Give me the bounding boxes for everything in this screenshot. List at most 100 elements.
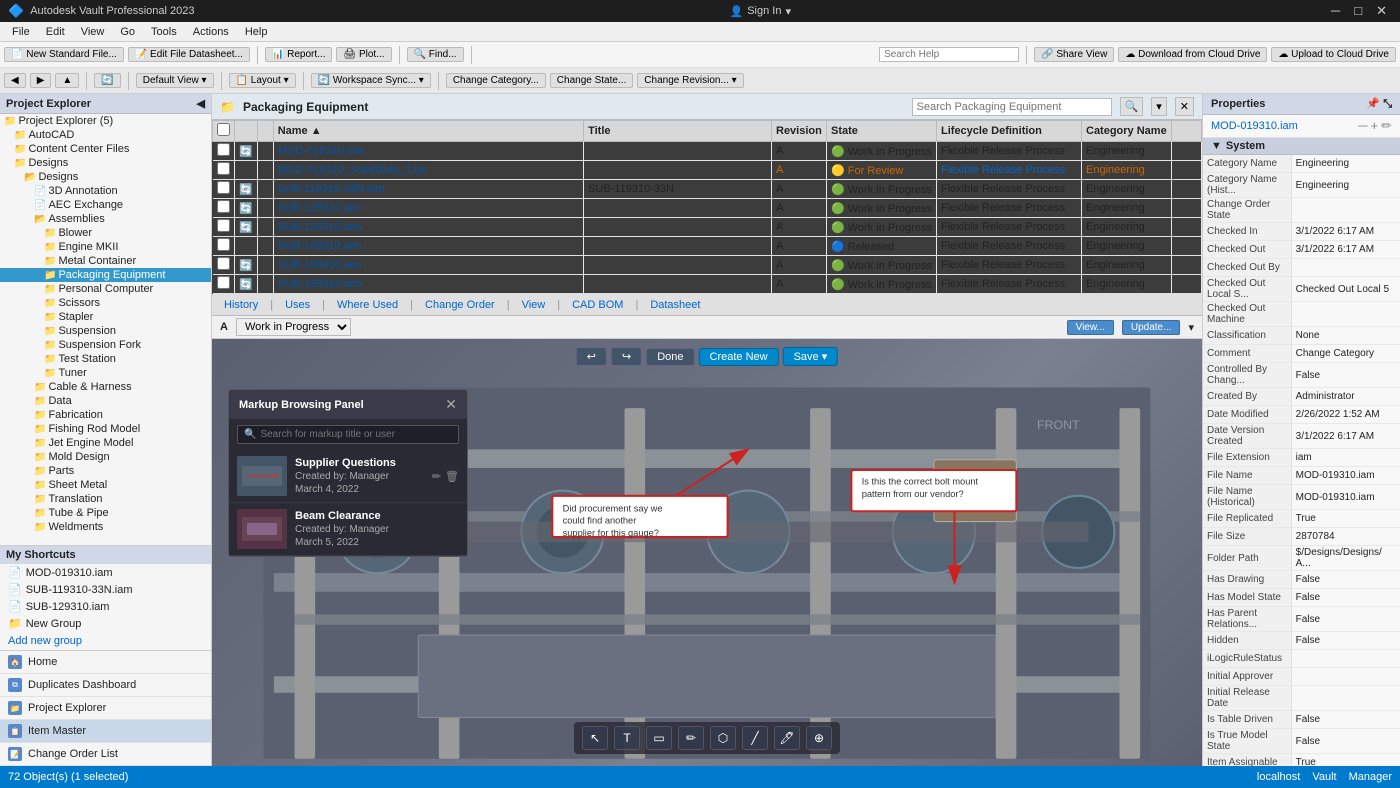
close-panel-button[interactable]: ✕ [1175, 97, 1194, 116]
plus-button[interactable]: + [1371, 118, 1379, 134]
folder-search-input[interactable] [912, 98, 1112, 116]
tree-content-center[interactable]: 📁 Content Center Files [0, 142, 211, 156]
shortcut-sub129310[interactable]: 📄 SUB-129310.iam [0, 598, 211, 615]
nav-up-button[interactable]: ▲ [55, 73, 79, 88]
menu-edit[interactable]: Edit [38, 26, 73, 38]
tab-where-used[interactable]: Where Used [329, 297, 406, 313]
menu-tools[interactable]: Tools [143, 26, 185, 38]
add-new-group-link[interactable]: Add new group [0, 632, 211, 650]
share-view-button[interactable]: 🔗 Share View [1034, 47, 1114, 62]
create-new-button[interactable]: Create New [699, 348, 779, 366]
tree-mold-design[interactable]: 📁 Mold Design [0, 450, 211, 464]
text-tool-button[interactable]: T [614, 726, 640, 750]
file-row-5[interactable]: SUB-149310.iam A 🔵 Released Flexible Rel… [213, 237, 1202, 256]
minus-button[interactable]: ─ [1358, 118, 1367, 134]
file-row-4[interactable]: 🔄 SUB-139310.iam A 🟢 Work in Progress Fl… [213, 218, 1202, 237]
tab-change-order[interactable]: Change Order [417, 297, 503, 313]
tree-test-station[interactable]: 📁 Test Station [0, 352, 211, 366]
tree-engine-mkii[interactable]: 📁 Engine MKII [0, 240, 211, 254]
nav-item-master[interactable]: 📋 Item Master [0, 720, 211, 743]
tab-history[interactable]: History [216, 297, 266, 313]
row-check[interactable] [213, 275, 235, 294]
workspace-sync-button[interactable]: 🔄 Workspace Sync... ▾ [311, 73, 431, 88]
refresh-button[interactable]: 🔄 [94, 73, 120, 88]
close-markup-panel-button[interactable]: ✕ [445, 396, 457, 413]
nav-change-order-list[interactable]: 📝 Change Order List [0, 743, 211, 766]
menu-file[interactable]: File [4, 26, 38, 38]
row-name[interactable]: SUB-119310-33N.iam [273, 180, 583, 199]
tab-datasheet[interactable]: Datasheet [642, 297, 708, 313]
file-row-0[interactable]: 🔄 MOD-019310.iam A 🟢 Work in Progress Fl… [213, 142, 1202, 161]
edit-file-datasheet-button[interactable]: 📝 Edit File Datasheet... [128, 47, 250, 62]
row-check[interactable] [213, 237, 235, 256]
redo-button[interactable]: ↪ [611, 347, 642, 366]
file-row-2[interactable]: 🔄 SUB-119310-33N.iam SUB-119310-33N A 🟢 … [213, 180, 1202, 199]
tree-translation[interactable]: 📁 Translation [0, 492, 211, 506]
tree-aec-exchange[interactable]: 📄 AEC Exchange [0, 198, 211, 212]
pointer-tool-button[interactable]: ↖ [582, 726, 608, 750]
col-revision[interactable]: Revision [772, 121, 827, 142]
update-button[interactable]: Update... [1122, 320, 1181, 335]
collapse-button[interactable]: ◀ [197, 97, 205, 110]
tree-tube-pipe[interactable]: 📁 Tube & Pipe [0, 506, 211, 520]
menu-help[interactable]: Help [237, 26, 276, 38]
tree-stapler[interactable]: 📁 Stapler [0, 310, 211, 324]
menu-view[interactable]: View [73, 26, 113, 38]
undo-button[interactable]: ↩ [576, 347, 607, 366]
search-help-input[interactable] [879, 47, 1019, 62]
tree-3d-annotation[interactable]: 📄 3D Annotation [0, 184, 211, 198]
tree-fabrication[interactable]: 📁 Fabrication [0, 408, 211, 422]
sign-in-dropdown[interactable]: ▾ [785, 5, 791, 18]
file-row-6[interactable]: 🔄 SUB-159310.iam A 🟢 Work in Progress Fl… [213, 256, 1202, 275]
find-button[interactable]: 🔍 Find... [407, 47, 464, 62]
line-tool-button[interactable]: ╱ [742, 726, 768, 750]
shortcut-sub119310[interactable]: 📄 SUB-119310-33N.iam [0, 581, 211, 598]
tree-cable-harness[interactable]: 📁 Cable & Harness [0, 380, 211, 394]
file-row-7[interactable]: 🔄 SUB-169310.iam A 🟢 Work in Progress Fl… [213, 275, 1202, 294]
sign-in-label[interactable]: Sign In [747, 5, 781, 17]
change-category-button[interactable]: Change Category... [446, 73, 546, 88]
more-button[interactable]: ▾ [1188, 321, 1194, 334]
tab-view[interactable]: View [514, 297, 554, 313]
stamp-tool-button[interactable]: ⊕ [806, 726, 832, 750]
select-all-checkbox[interactable] [217, 123, 230, 136]
menu-actions[interactable]: Actions [185, 26, 237, 38]
new-standard-file-button[interactable]: 📄 New Standard File... [4, 47, 124, 62]
row-check[interactable] [213, 218, 235, 237]
change-revision-button[interactable]: Change Revision... ▾ [637, 73, 743, 88]
nav-duplicates[interactable]: ⧉ Duplicates Dashboard [0, 674, 211, 697]
col-name[interactable]: Name ▲ [273, 121, 583, 142]
row-check[interactable] [213, 142, 235, 161]
menu-go[interactable]: Go [112, 26, 143, 38]
tree-designs[interactable]: 📁 Designs [0, 156, 211, 170]
tree-sheet-metal[interactable]: 📁 Sheet Metal [0, 478, 211, 492]
tree-metal-container[interactable]: 📁 Metal Container [0, 254, 211, 268]
tree-packaging-equipment[interactable]: 📁 Packaging Equipment [0, 268, 211, 282]
layout-button[interactable]: 📋 Layout ▾ [229, 73, 296, 88]
shortcut-new-group[interactable]: 📁 New Group [0, 615, 211, 632]
view-button[interactable]: View... [1067, 320, 1114, 335]
markup-item-beam-clearance[interactable]: Beam Clearance Created by: Manager March… [229, 503, 467, 556]
tree-suspension[interactable]: 📁 Suspension [0, 324, 211, 338]
close-button[interactable]: ✕ [1371, 3, 1392, 19]
rectangle-tool-button[interactable]: ▭ [646, 726, 672, 750]
nav-home[interactable]: 🏠 Home [0, 651, 211, 674]
filter-button[interactable]: ▾ [1151, 97, 1167, 116]
nav-project-explorer[interactable]: 📁 Project Explorer [0, 697, 211, 720]
done-button[interactable]: Done [646, 348, 694, 366]
change-state-button[interactable]: Change State... [550, 73, 634, 88]
tree-assemblies[interactable]: 📂 Assemblies [0, 212, 211, 226]
tree-designs2[interactable]: 📂 Designs [0, 170, 211, 184]
system-section-header[interactable]: ▼ System [1203, 138, 1400, 155]
nav-back-button[interactable]: ◀ [4, 73, 26, 88]
search-button[interactable]: 🔍 [1120, 97, 1144, 116]
tab-uses[interactable]: Uses [277, 297, 318, 313]
tree-parts[interactable]: 📁 Parts [0, 464, 211, 478]
tree-weldments[interactable]: 📁 Weldments [0, 520, 211, 534]
row-name[interactable]: SUB-129310.iam [273, 199, 583, 218]
tree-jet-engine[interactable]: 📁 Jet Engine Model [0, 436, 211, 450]
minimize-button[interactable]: ─ [1326, 3, 1345, 19]
tree-fishing-rod[interactable]: 📁 Fishing Rod Model [0, 422, 211, 436]
expand-button[interactable]: ⤡ [1383, 98, 1392, 110]
tree-suspension-fork[interactable]: 📁 Suspension Fork [0, 338, 211, 352]
